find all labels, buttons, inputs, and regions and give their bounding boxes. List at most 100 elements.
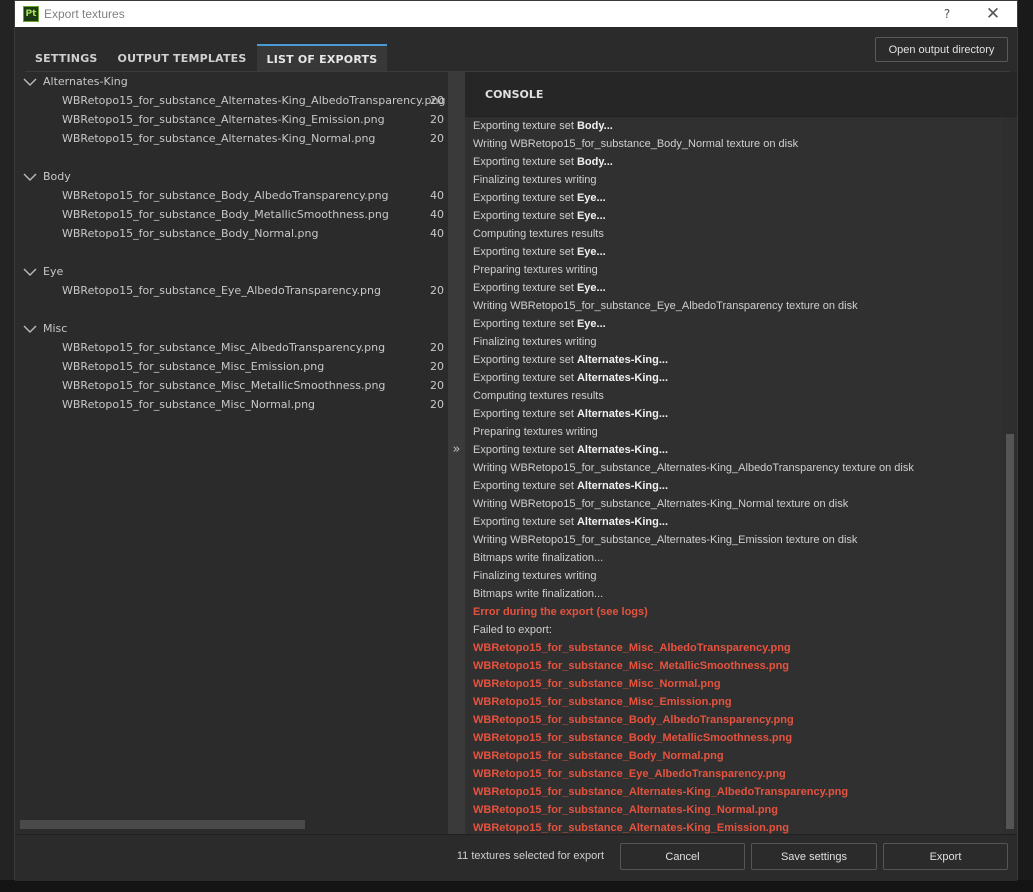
console-line: Exporting texture set Eye... [465,207,1003,225]
list-item[interactable]: WBRetopo15_for_substance_Misc_AlbedoTran… [15,338,448,357]
console-line: Exporting texture set Alternates-King... [465,513,1003,531]
open-output-directory-button[interactable]: Open output directory [875,37,1008,62]
file-name: WBRetopo15_for_substance_Misc_MetallicSm… [62,379,386,392]
console-line-text: Finalizing textures writing [473,570,597,582]
list-item[interactable]: WBRetopo15_for_substance_Eye_AlbedoTrans… [15,281,448,300]
console-line: Exporting texture set Alternates-King... [465,441,1003,459]
console-line-text: Exporting texture set [473,282,577,294]
console-error-line: WBRetopo15_for_substance_Eye_AlbedoTrans… [465,765,1003,783]
console-line-text: WBRetopo15_for_substance_Eye_AlbedoTrans… [473,768,786,780]
console-log: Exporting texture set Body... Writing WBR… [465,117,1003,834]
panel-splitter[interactable]: » [448,72,465,834]
console-line-text: Exporting texture set [473,354,577,366]
file-name: WBRetopo15_for_substance_Misc_Emission.p… [62,360,325,373]
texture-set-name: Eye... [576,318,606,330]
console-line-text: Computing textures results [473,228,604,240]
chevron-down-icon [23,78,37,86]
texture-set-name: Eye... [576,246,606,258]
export-button[interactable]: Export [883,843,1008,870]
list-item[interactable]: WBRetopo15_for_substance_Misc_MetallicSm… [15,376,448,395]
file-size: 20 [430,379,444,392]
console-line-text: Failed to export: [473,624,552,636]
console-error-line: WBRetopo15_for_substance_Misc_Emission.p… [465,693,1003,711]
list-item[interactable]: WBRetopo15_for_substance_Body_Normal.png… [15,224,448,243]
console-error-line: WBRetopo15_for_substance_Misc_AlbedoTran… [465,639,1003,657]
console-line-text: WBRetopo15_for_substance_Alternates-King… [473,786,849,798]
window-title: Export textures [44,7,125,21]
file-size: 40 [430,208,444,221]
file-name: WBRetopo15_for_substance_Alternates-King… [62,113,385,126]
close-icon[interactable]: ✕ [983,4,1003,24]
console-line-text: WBRetopo15_for_substance_Body_AlbedoTran… [473,714,794,726]
console-line-text: Writing WBRetopo15_for_substance_Alterna… [473,462,914,474]
export-textures-dialog: Pt Export textures ? ✕ SETTINGS OUTPUT T… [14,0,1018,881]
console-line-text: Writing WBRetopo15_for_substance_Eye_Alb… [473,300,858,312]
tab-bar: SETTINGS OUTPUT TEMPLATES LIST OF EXPORT… [25,44,388,72]
group-header-eye[interactable]: Eye [15,262,448,281]
console-error-line: WBRetopo15_for_substance_Misc_MetallicSm… [465,657,1003,675]
console-line: Exporting texture set Body... [465,153,1003,171]
tab-settings[interactable]: SETTINGS [25,44,108,72]
expand-arrow-icon[interactable]: » [448,442,465,457]
scrollbar-thumb[interactable] [1006,434,1014,829]
tab-output-templates[interactable]: OUTPUT TEMPLATES [108,44,257,72]
save-settings-button[interactable]: Save settings [751,843,877,870]
console-line: Exporting texture set Eye... [465,243,1003,261]
console-line-text: Finalizing textures writing [473,174,597,186]
console-line-text: Exporting texture set [473,246,577,258]
console-line: Failed to export: [465,621,1003,639]
console-line: Exporting texture set Eye... [465,315,1003,333]
console-line-text: Exporting texture set [473,192,577,204]
console-line-text: WBRetopo15_for_substance_Misc_MetallicSm… [473,660,790,672]
console-line: Exporting texture set Body... [465,117,1003,135]
texture-set-name: Eye... [576,192,606,204]
title-bar[interactable]: Pt Export textures ? ✕ [15,1,1017,27]
console-panel: CONSOLE Exporting texture set Body... Wri… [465,72,1017,834]
texture-set-name: Alternates-King... [576,480,669,492]
console-line-text: Exporting texture set [473,156,577,168]
horizontal-scrollbar[interactable] [20,820,305,829]
group-name: Alternates-King [43,75,128,88]
console-line: Computing textures results [465,387,1003,405]
console-line-text: WBRetopo15_for_substance_Alternates-King… [473,804,778,816]
console-error-line: WBRetopo15_for_substance_Alternates-King… [465,783,1003,801]
help-icon[interactable]: ? [937,4,957,24]
list-item[interactable]: WBRetopo15_for_substance_Body_MetallicSm… [15,205,448,224]
console-line-text: Finalizing textures writing [473,336,597,348]
file-name: WBRetopo15_for_substance_Alternates-King… [62,132,376,145]
group-header-alternates-king[interactable]: Alternates-King [15,72,448,91]
list-item[interactable]: WBRetopo15_for_substance_Misc_Normal.png… [15,395,448,414]
console-line: Exporting texture set Eye... [465,279,1003,297]
file-size: 20 [430,360,444,373]
file-name: WBRetopo15_for_substance_Body_Normal.png [62,227,319,240]
console-line: Writing WBRetopo15_for_substance_Alterna… [465,531,1003,549]
console-line: Writing WBRetopo15_for_substance_Body_No… [465,135,1003,153]
list-item[interactable]: WBRetopo15_for_substance_Body_AlbedoTran… [15,186,448,205]
list-item[interactable]: WBRetopo15_for_substance_Misc_Emission.p… [15,357,448,376]
console-line: Bitmaps write finalization... [465,549,1003,567]
console-line: Bitmaps write finalization... [465,585,1003,603]
list-item[interactable]: WBRetopo15_for_substance_Alternates-King… [15,91,448,110]
console-line: Finalizing textures writing [465,567,1003,585]
texture-set-name: Alternates-King... [576,444,669,456]
group-header-misc[interactable]: Misc [15,319,448,338]
console-line: Writing WBRetopo15_for_substance_Eye_Alb… [465,297,1003,315]
texture-set-name: Eye... [576,210,606,222]
console-line-text: Writing WBRetopo15_for_substance_Alterna… [473,534,858,546]
painter-app-icon: Pt [23,6,39,22]
group-header-body[interactable]: Body [15,167,448,186]
cancel-button[interactable]: Cancel [620,843,745,870]
console-line: Exporting texture set Alternates-King... [465,369,1003,387]
console-line-text: Preparing textures writing [473,264,598,276]
background-app-bottom [0,880,1033,892]
tab-list-of-exports[interactable]: LIST OF EXPORTS [256,44,388,72]
list-item[interactable]: WBRetopo15_for_substance_Alternates-King… [15,110,448,129]
texture-set-name: Eye... [576,282,606,294]
list-item[interactable]: WBRetopo15_for_substance_Alternates-King… [15,129,448,148]
console-line-text: Exporting texture set [473,318,577,330]
console-line: Computing textures results [465,225,1003,243]
background-app-left [0,0,14,892]
vertical-scrollbar[interactable] [1003,117,1017,834]
file-size: 20 [430,113,444,126]
console-line-text: Preparing textures writing [473,426,598,438]
